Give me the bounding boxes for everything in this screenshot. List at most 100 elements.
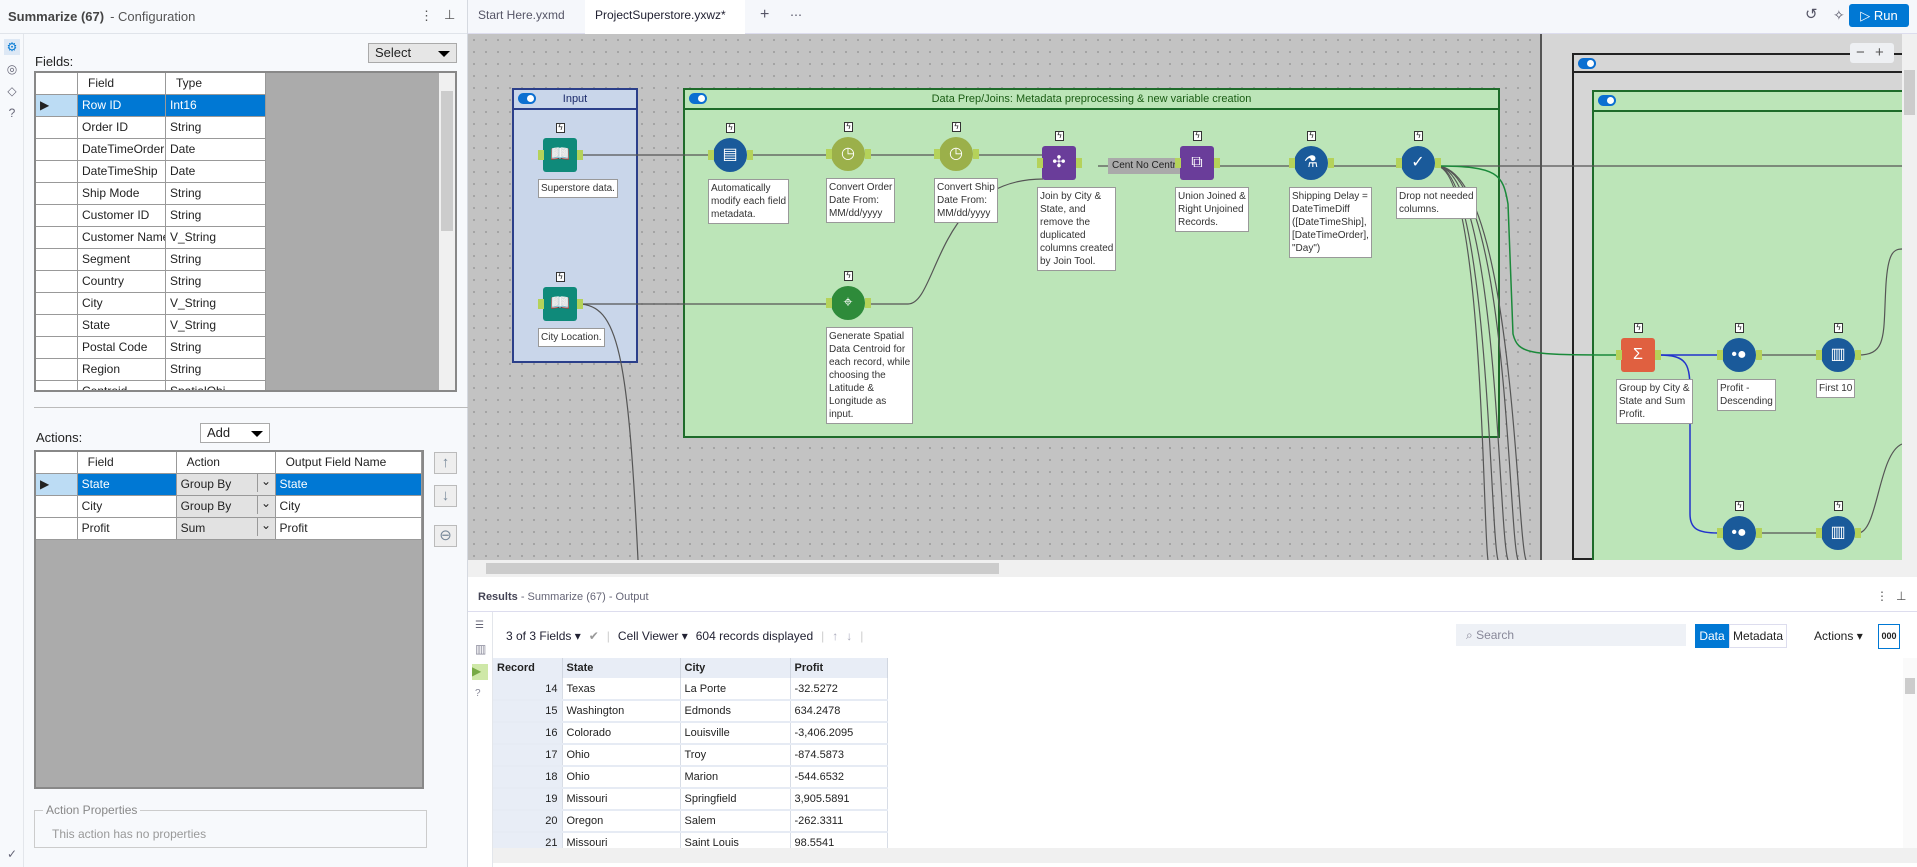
move-down-button[interactable]: ↓ <box>434 485 457 507</box>
cell[interactable]: V_String <box>166 227 266 249</box>
sort-tool[interactable]: •● <box>1722 338 1756 372</box>
cell[interactable]: String <box>166 117 266 139</box>
union-tool[interactable]: ⧉ <box>1180 146 1214 180</box>
cell[interactable]: Colorado <box>562 722 681 745</box>
cell[interactable]: 20 <box>493 810 563 833</box>
cell[interactable]: Springfield <box>680 788 791 811</box>
help-icon[interactable]: ? <box>475 688 481 699</box>
anchor-icon[interactable] <box>538 299 544 309</box>
anchor-icon[interactable] <box>1289 158 1295 168</box>
cell-viewer-dropdown[interactable]: Cell Viewer ▾ <box>618 629 688 643</box>
table-row[interactable]: Country String <box>36 271 455 293</box>
anchor-icon[interactable] <box>1816 350 1822 360</box>
canvas-vertical-scrollbar[interactable] <box>1902 34 1917 560</box>
cell[interactable]: Profit <box>275 518 422 540</box>
cell[interactable]: Segment <box>78 249 166 271</box>
table-row[interactable]: Centroid SpatialObj <box>36 381 455 390</box>
sample-tool[interactable]: ▥ <box>1821 516 1855 550</box>
cell[interactable]: String <box>166 249 266 271</box>
cell[interactable]: Region <box>78 359 166 381</box>
cell[interactable]: String <box>166 183 266 205</box>
book-input-tool[interactable]: 📖 <box>543 287 577 321</box>
gear-icon[interactable]: ⚙ <box>4 39 20 55</box>
search-input[interactable]: ⌕ Search <box>1456 624 1686 646</box>
table-row[interactable]: State V_String <box>36 315 455 337</box>
cell[interactable]: 3,905.5891 <box>790 788 888 811</box>
table-row[interactable]: 14 Texas La Porte -32.5272 <box>493 678 888 701</box>
cell[interactable]: Ship Mode <box>78 183 166 205</box>
table-row[interactable]: 16 Colorado Louisville -3,406.2095 <box>493 722 888 745</box>
cell[interactable]: Washington <box>562 700 681 723</box>
table-row[interactable]: Field Action Output Field Name <box>36 452 422 474</box>
cell[interactable]: Action <box>176 452 276 474</box>
cell[interactable]: String <box>166 337 266 359</box>
anchor-icon[interactable] <box>577 150 583 160</box>
cell[interactable]: Field <box>77 452 177 474</box>
cell[interactable]: State <box>275 474 422 496</box>
column-header[interactable]: State <box>562 658 681 678</box>
table-row[interactable]: DateTimeShip Date <box>36 161 455 183</box>
fields-selector[interactable]: 3 of 3 Fields ▾ <box>506 629 581 643</box>
table-row[interactable]: 20 Oregon Salem -262.3311 <box>493 810 888 833</box>
anchor-icon[interactable] <box>1435 158 1441 168</box>
cell[interactable]: Type <box>166 73 266 95</box>
anchor-icon[interactable] <box>865 298 871 308</box>
select-dropdown[interactable]: Select <box>368 43 457 63</box>
cell[interactable]: Ohio <box>562 744 681 767</box>
anchor-icon[interactable] <box>577 299 583 309</box>
cell[interactable]: 18 <box>493 766 563 789</box>
arrow-up-icon[interactable]: ↑ <box>832 629 838 643</box>
table-row[interactable]: Field Type <box>36 73 455 95</box>
anchor-icon[interactable] <box>1616 350 1622 360</box>
anchor-icon[interactable] <box>865 149 871 159</box>
anchor-icon[interactable] <box>1655 350 1661 360</box>
cell[interactable]: Int16 <box>166 95 266 117</box>
cell[interactable]: -874.5873 <box>790 744 888 767</box>
arrow-down-icon[interactable]: ↓ <box>846 629 852 643</box>
zoom-in-button[interactable]: + <box>1875 44 1884 61</box>
help-icon[interactable]: ? <box>4 105 20 121</box>
anchor-icon[interactable] <box>1756 528 1762 538</box>
check-icon[interactable]: ✔ <box>589 629 599 643</box>
spatial-tool[interactable]: ⌖ <box>831 286 865 320</box>
anchor-icon[interactable]: ▶ <box>472 664 488 680</box>
pin-icon[interactable]: ⊥ <box>1896 589 1906 603</box>
anchor-icon[interactable] <box>934 149 940 159</box>
remove-button[interactable]: ⊖ <box>434 525 457 547</box>
cell[interactable]: La Porte <box>680 678 791 701</box>
new-tab-button[interactable]: + <box>750 0 779 34</box>
column-header[interactable]: City <box>680 658 791 678</box>
table-row[interactable]: Profit Sum ⌄ Profit <box>36 518 422 540</box>
results-vertical-scrollbar[interactable] <box>1903 658 1917 848</box>
cell[interactable]: City <box>78 293 166 315</box>
cell[interactable]: -32.5272 <box>790 678 888 701</box>
cell[interactable]: State <box>78 315 166 337</box>
table-row[interactable]: Order ID String <box>36 117 455 139</box>
cell[interactable]: Troy <box>680 744 791 767</box>
anchor-icon[interactable] <box>1328 158 1334 168</box>
cell[interactable]: 14 <box>493 678 563 701</box>
more-options-icon[interactable]: ⋮ <box>1876 589 1888 603</box>
anchor-icon[interactable] <box>1717 350 1723 360</box>
table-row[interactable]: City V_String <box>36 293 455 315</box>
metadata-button[interactable]: Metadata <box>1729 624 1787 648</box>
cell[interactable]: -544.6532 <box>790 766 888 789</box>
anchor-icon[interactable] <box>1855 350 1861 360</box>
formula-tool[interactable]: ⚗ <box>1294 146 1328 180</box>
table-icon[interactable]: ▥ <box>475 642 486 656</box>
add-dropdown[interactable]: Add <box>200 423 270 443</box>
cell[interactable]: Field <box>78 73 166 95</box>
anchor-icon[interactable] <box>1816 528 1822 538</box>
cell[interactable]: Date <box>166 139 266 161</box>
cell[interactable]: Row ID <box>78 95 166 117</box>
cell[interactable]: 16 <box>493 722 563 745</box>
cell[interactable]: City <box>275 496 422 518</box>
more-options-icon[interactable]: ⋮ <box>420 8 433 24</box>
action-dropdown[interactable]: Sum ⌄ <box>176 518 276 540</box>
table-row[interactable]: 18 Ohio Marion -544.6532 <box>493 766 888 789</box>
cell[interactable]: -262.3311 <box>790 810 888 833</box>
cell[interactable]: Salem <box>680 810 791 833</box>
book-input-tool[interactable]: 📖 <box>543 138 577 172</box>
cell[interactable]: -3,406.2095 <box>790 722 888 745</box>
table-row[interactable]: Region String <box>36 359 455 381</box>
